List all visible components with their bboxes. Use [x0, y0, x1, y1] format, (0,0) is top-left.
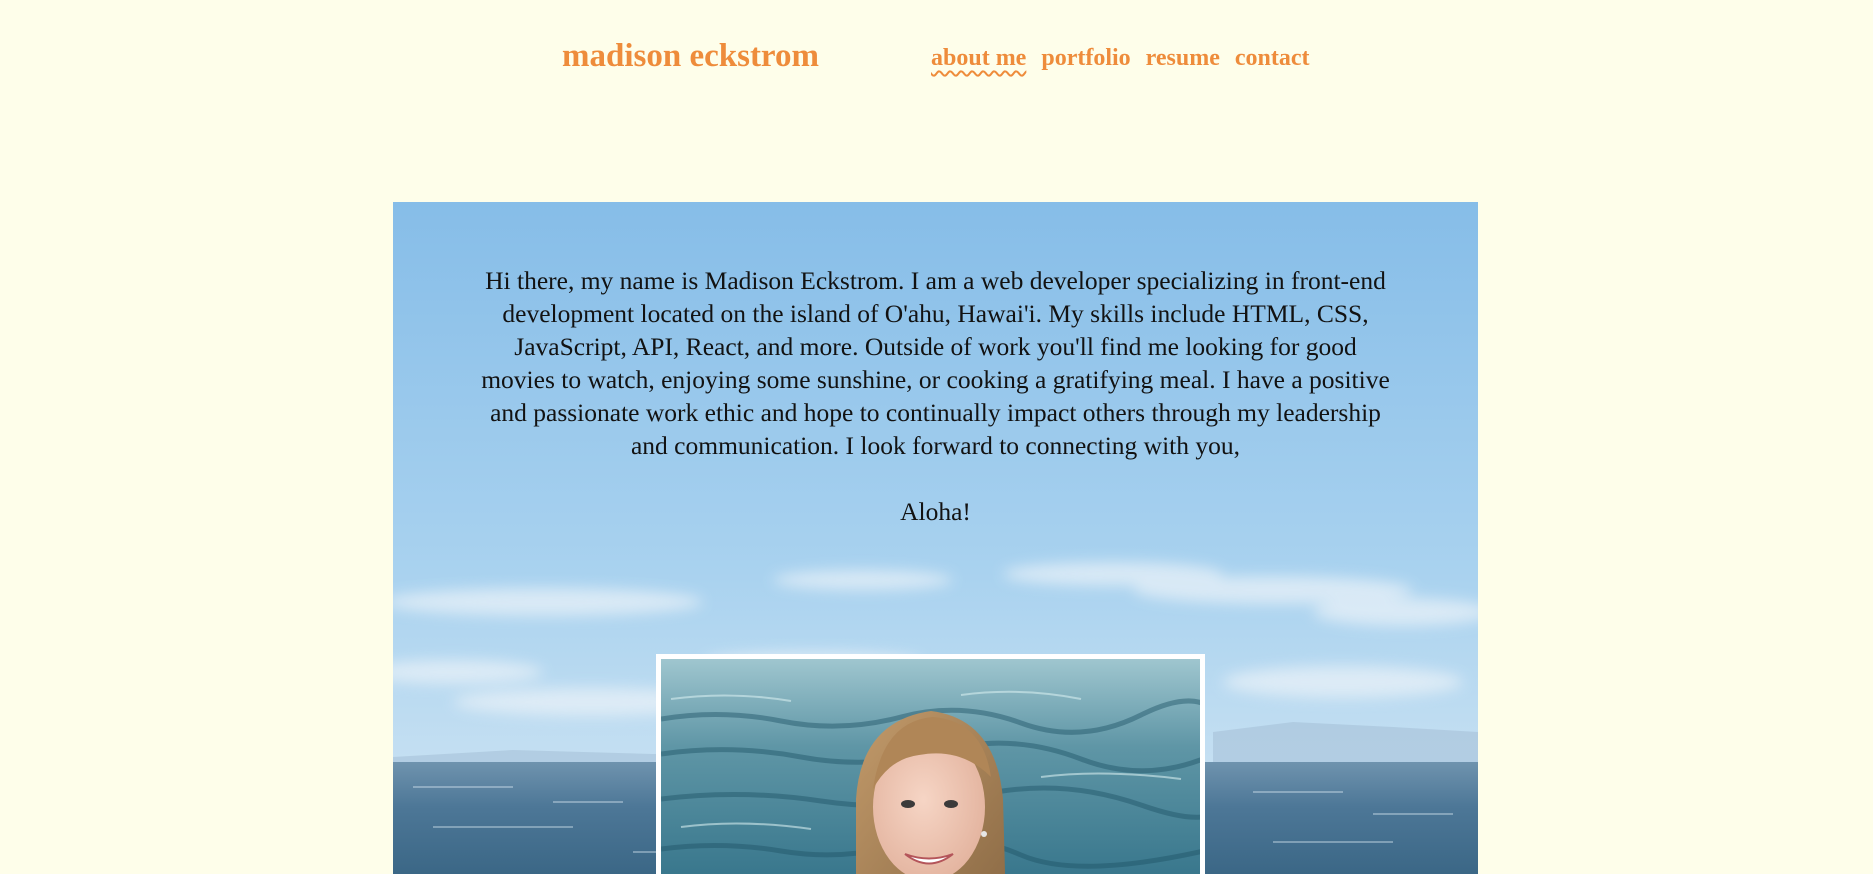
greeting-text: Aloha!: [900, 497, 971, 526]
site-logo[interactable]: madison eckstrom: [562, 38, 819, 75]
about-text: Hi there, my name is Madison Eckstrom. I…: [478, 264, 1393, 528]
nav-link-about[interactable]: about me: [931, 45, 1026, 72]
about-hero: Hi there, my name is Madison Eckstrom. I…: [393, 202, 1478, 874]
site-header: madison eckstrom about me portfolio resu…: [0, 0, 1873, 120]
nav-link-resume[interactable]: resume: [1146, 45, 1220, 72]
nav-link-portfolio[interactable]: portfolio: [1041, 45, 1130, 72]
bio-paragraph: Hi there, my name is Madison Eckstrom. I…: [481, 266, 1390, 460]
profile-photo: [661, 659, 1200, 874]
nav-link-contact[interactable]: contact: [1235, 45, 1310, 72]
main-nav: about me portfolio resume contact: [931, 45, 1310, 72]
portrait-frame: [656, 654, 1205, 874]
